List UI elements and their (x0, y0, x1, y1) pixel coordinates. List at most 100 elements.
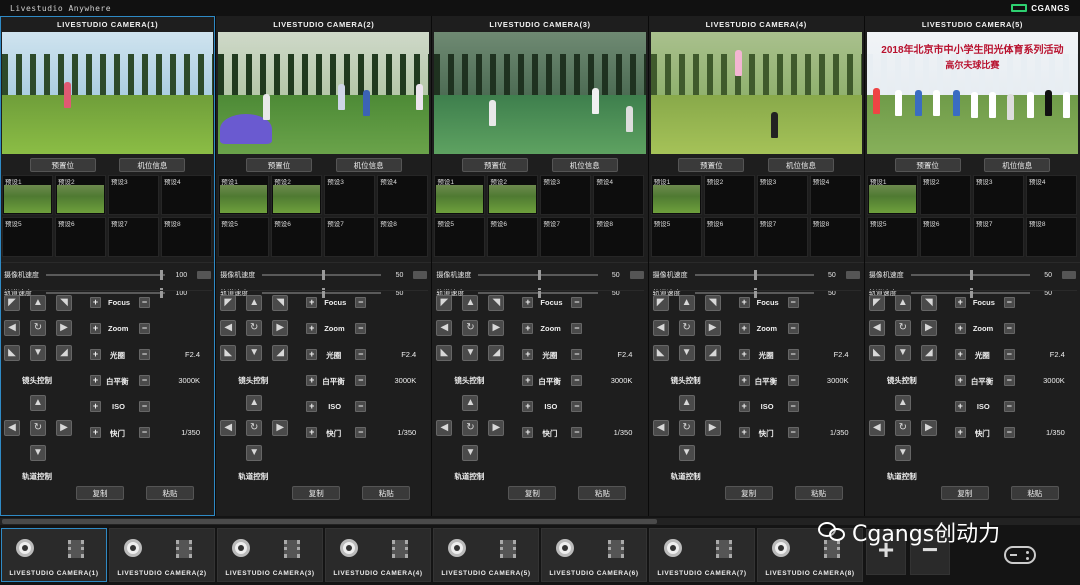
reset-rotation-icon[interactable]: ↻ (894, 320, 911, 336)
tilt-up-button[interactable]: ▲ (678, 295, 695, 311)
preset-slot-7[interactable]: 预设7 (540, 217, 592, 257)
camera-info-button[interactable]: 机位信息 (768, 158, 834, 172)
speed-toggle-button[interactable] (413, 271, 428, 279)
camera-panel-2[interactable]: LIVESTUDIO CAMERA(2) 预置位 机位信息 预设1 预设2 预设3 预… (216, 16, 432, 516)
pan-up-left-button[interactable]: ◤ (220, 295, 237, 311)
gamepad-icon[interactable] (1004, 546, 1036, 564)
pan-left-button[interactable]: ◀ (868, 320, 885, 336)
camera-speed-slider[interactable] (262, 270, 382, 280)
track-up-button[interactable]: ▲ (678, 395, 695, 411)
zoom-plus-button[interactable]: + (90, 323, 101, 334)
preset-slot-4[interactable]: 预设4 (161, 175, 212, 215)
shutter-plus-button[interactable]: + (90, 427, 101, 438)
shutter-minus-button[interactable]: − (139, 427, 150, 438)
pan-down-left-button[interactable]: ◣ (4, 345, 20, 361)
preset-slot-7[interactable]: 预设7 (756, 217, 808, 257)
track-right-button[interactable]: ▶ (272, 420, 289, 436)
camera-tile-5[interactable]: LIVESTUDIO CAMERA(5) (433, 528, 539, 582)
preset-slot-5[interactable]: 预设5 (866, 217, 918, 257)
focus-minus-button[interactable]: − (355, 297, 367, 308)
speed-toggle-button[interactable] (629, 271, 644, 279)
track-right-button[interactable]: ▶ (920, 420, 937, 436)
pan-right-button[interactable]: ▶ (920, 320, 937, 336)
iso-plus-button[interactable]: + (522, 401, 534, 412)
focus-minus-button[interactable]: − (571, 297, 583, 308)
preset-slot-5[interactable]: 预设5 (650, 217, 702, 257)
iso-plus-button[interactable]: + (90, 401, 101, 412)
track-reset-icon[interactable]: ↻ (678, 420, 695, 436)
wb-plus-button[interactable]: + (738, 375, 750, 386)
camera-tile-6[interactable]: LIVESTUDIO CAMERA(6) (541, 528, 647, 582)
preset-slot-1[interactable]: 预设1 (434, 175, 486, 215)
preset-slot-3[interactable]: 预设3 (972, 175, 1024, 215)
camera-tile-7[interactable]: LIVESTUDIO CAMERA(7) (649, 528, 755, 582)
shutter-minus-button[interactable]: − (1003, 427, 1015, 438)
track-left-button[interactable]: ◀ (4, 420, 20, 436)
focus-minus-button[interactable]: − (787, 297, 799, 308)
track-right-button[interactable]: ▶ (704, 420, 721, 436)
focus-plus-button[interactable]: + (306, 297, 318, 308)
focus-plus-button[interactable]: + (954, 297, 966, 308)
camera-info-button[interactable]: 机位信息 (119, 158, 186, 172)
iris-minus-button[interactable]: − (139, 349, 150, 360)
pan-down-right-button[interactable]: ◢ (704, 345, 721, 361)
preset-slot-2[interactable]: 预设2 (919, 175, 971, 215)
preset-slot-6[interactable]: 预设6 (703, 217, 755, 257)
reset-rotation-icon[interactable]: ↻ (246, 320, 263, 336)
track-up-button[interactable]: ▲ (30, 395, 46, 411)
preset-position-button[interactable]: 预置位 (894, 158, 961, 172)
wb-minus-button[interactable]: − (1003, 375, 1015, 386)
shutter-minus-button[interactable]: − (355, 427, 367, 438)
focus-minus-button[interactable]: − (139, 297, 150, 308)
track-down-button[interactable]: ▼ (894, 445, 911, 461)
wb-plus-button[interactable]: + (306, 375, 318, 386)
preset-slot-6[interactable]: 预设6 (271, 217, 323, 257)
pan-down-right-button[interactable]: ◢ (272, 345, 289, 361)
track-down-button[interactable]: ▼ (246, 445, 263, 461)
track-down-button[interactable]: ▼ (678, 445, 695, 461)
shutter-plus-button[interactable]: + (522, 427, 534, 438)
track-reset-icon[interactable]: ↻ (894, 420, 911, 436)
iso-minus-button[interactable]: − (1003, 401, 1015, 412)
camera-tile-3[interactable]: LIVESTUDIO CAMERA(3) (217, 528, 323, 582)
pan-down-left-button[interactable]: ◣ (220, 345, 237, 361)
tilt-up-button[interactable]: ▲ (30, 295, 46, 311)
preset-slot-8[interactable]: 预设8 (377, 217, 429, 257)
paste-button[interactable]: 粘贴 (578, 486, 627, 500)
iris-minus-button[interactable]: − (571, 349, 583, 360)
iso-plus-button[interactable]: + (738, 401, 750, 412)
iso-minus-button[interactable]: − (139, 401, 150, 412)
pan-up-right-button[interactable]: ◥ (56, 295, 72, 311)
pan-up-left-button[interactable]: ◤ (4, 295, 20, 311)
camera-preview[interactable] (650, 32, 862, 154)
preset-slot-3[interactable]: 预设3 (540, 175, 592, 215)
slider-knob[interactable] (754, 270, 758, 280)
track-up-button[interactable]: ▲ (462, 395, 479, 411)
preset-slot-6[interactable]: 预设6 (55, 217, 106, 257)
iso-plus-button[interactable]: + (306, 401, 318, 412)
camera-info-button[interactable]: 机位信息 (984, 158, 1051, 172)
pan-up-left-button[interactable]: ◤ (652, 295, 669, 311)
preset-slot-5[interactable]: 预设5 (434, 217, 486, 257)
track-up-button[interactable]: ▲ (894, 395, 911, 411)
iso-minus-button[interactable]: − (571, 401, 583, 412)
pan-down-right-button[interactable]: ◢ (488, 345, 505, 361)
copy-button[interactable]: 复制 (292, 486, 341, 500)
pan-up-left-button[interactable]: ◤ (868, 295, 885, 311)
preset-slot-7[interactable]: 预设7 (324, 217, 376, 257)
track-down-button[interactable]: ▼ (462, 445, 479, 461)
zoom-minus-button[interactable]: − (139, 323, 150, 334)
tilt-down-button[interactable]: ▼ (30, 345, 46, 361)
preset-slot-4[interactable]: 预设4 (1025, 175, 1077, 215)
preset-slot-3[interactable]: 预设3 (108, 175, 159, 215)
camera-info-button[interactable]: 机位信息 (551, 158, 618, 172)
pan-up-right-button[interactable]: ◥ (272, 295, 289, 311)
camera-preview[interactable] (434, 32, 646, 154)
pan-up-right-button[interactable]: ◥ (704, 295, 721, 311)
track-down-button[interactable]: ▼ (30, 445, 46, 461)
speed-toggle-button[interactable] (1062, 271, 1077, 279)
wb-plus-button[interactable]: + (522, 375, 534, 386)
preset-slot-5[interactable]: 预设5 (2, 217, 53, 257)
preset-slot-3[interactable]: 预设3 (756, 175, 808, 215)
paste-button[interactable]: 粘贴 (794, 486, 843, 500)
